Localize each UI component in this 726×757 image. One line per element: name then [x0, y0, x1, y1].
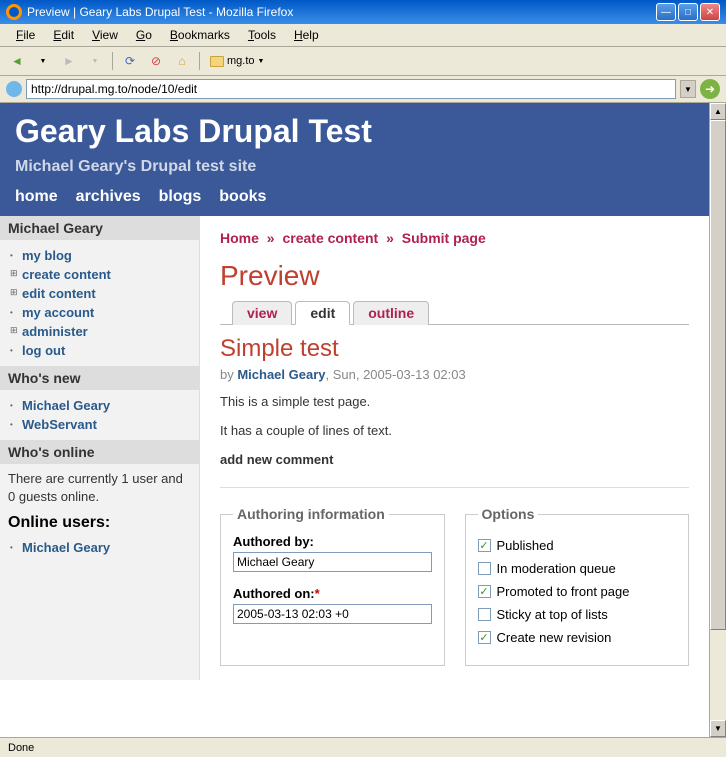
breadcrumb-create[interactable]: create content [282, 230, 378, 246]
online-count-text: There are currently 1 user and 0 guests … [8, 470, 191, 506]
local-tabs: view edit outline [220, 300, 689, 325]
window-titlebar: Preview | Geary Labs Drupal Test - Mozil… [0, 0, 726, 24]
authoring-fieldset: Authoring information Authored by: Autho… [220, 506, 445, 666]
menu-help[interactable]: Help [286, 26, 327, 44]
scroll-down-button[interactable]: ▼ [710, 720, 726, 737]
menu-bookmarks[interactable]: Bookmarks [162, 26, 238, 44]
node-title: Simple test [220, 335, 689, 363]
checkbox-icon: ✓ [478, 585, 491, 598]
breadcrumb: Home » create content » Submit page [220, 230, 689, 246]
stop-button[interactable]: ⊘ [145, 50, 167, 72]
options-legend: Options [478, 506, 539, 522]
online-user-item[interactable]: Michael Geary [8, 538, 191, 557]
firefox-icon [6, 4, 22, 20]
tab-edit[interactable]: edit [295, 301, 350, 325]
node-body: This is a simple test page. It has a cou… [220, 394, 689, 438]
option-published[interactable]: ✓ Published [478, 538, 677, 553]
sidebar: Michael Geary my blog create content edi… [0, 216, 200, 680]
menu-my-account[interactable]: my account [8, 303, 191, 322]
add-comment-link[interactable]: add new comment [220, 452, 689, 467]
back-dropdown[interactable]: ▼ [32, 50, 54, 72]
menu-file[interactable]: File [8, 26, 43, 44]
tab-view[interactable]: view [232, 301, 292, 325]
main-content: Home » create content » Submit page Prev… [200, 216, 709, 680]
whos-online-title: Who's online [0, 440, 199, 464]
menu-go[interactable]: Go [128, 26, 160, 44]
option-moderation[interactable]: In moderation queue [478, 561, 677, 576]
new-user-item[interactable]: Michael Geary [8, 396, 191, 415]
statusbar: Done [0, 737, 726, 757]
site-header: Geary Labs Drupal Test Michael Geary's D… [0, 103, 709, 216]
menu-create-content[interactable]: create content [8, 265, 191, 284]
bookmark-label: mg.to [227, 55, 255, 67]
user-menu: my blog create content edit content my a… [8, 246, 191, 360]
primary-nav: home archives blogs books [15, 188, 694, 206]
window-title: Preview | Geary Labs Drupal Test - Mozil… [27, 5, 293, 19]
menu-log-out[interactable]: log out [8, 341, 191, 360]
breadcrumb-current: Submit page [402, 230, 486, 246]
site-tagline: Michael Geary's Drupal test site [15, 158, 694, 176]
vertical-scrollbar[interactable]: ▲ ▼ [709, 103, 726, 737]
authored-on-label: Authored on:* [233, 586, 432, 601]
nav-home[interactable]: home [15, 188, 58, 206]
scroll-up-button[interactable]: ▲ [710, 103, 726, 120]
option-sticky[interactable]: Sticky at top of lists [478, 607, 677, 622]
back-button[interactable]: ◄ [6, 50, 28, 72]
maximize-button[interactable]: □ [678, 3, 698, 21]
close-button[interactable]: ✕ [700, 3, 720, 21]
tab-outline[interactable]: outline [353, 301, 429, 325]
nav-books[interactable]: books [219, 188, 266, 206]
menu-edit[interactable]: Edit [45, 26, 82, 44]
forward-button[interactable]: ► [58, 50, 80, 72]
options-fieldset: Options ✓ Published In moderation queue … [465, 506, 690, 666]
site-title: Geary Labs Drupal Test [15, 113, 694, 150]
new-user-item[interactable]: WebServant [8, 415, 191, 434]
bookmark-item[interactable]: mg.to ▼ [206, 54, 268, 68]
menu-my-blog[interactable]: my blog [8, 246, 191, 265]
reload-button[interactable]: ⟳ [119, 50, 141, 72]
menubar: File Edit View Go Bookmarks Tools Help [0, 24, 726, 47]
forward-dropdown[interactable]: ▼ [84, 50, 106, 72]
user-block-title: Michael Geary [0, 216, 199, 240]
url-history-dropdown[interactable]: ▼ [680, 80, 696, 98]
menu-tools[interactable]: Tools [240, 26, 284, 44]
menu-view[interactable]: View [84, 26, 126, 44]
url-input[interactable] [26, 79, 676, 99]
menu-edit-content[interactable]: edit content [8, 284, 191, 303]
navigation-toolbar: ◄ ▼ ► ▼ ⟳ ⊘ ⌂ mg.to ▼ [0, 47, 726, 76]
address-toolbar: ▼ ➜ [0, 76, 726, 103]
nav-blogs[interactable]: blogs [159, 188, 202, 206]
authored-by-input[interactable] [233, 552, 432, 572]
authored-on-input[interactable] [233, 604, 432, 624]
checkbox-icon [478, 608, 491, 621]
scroll-thumb[interactable] [710, 120, 726, 630]
checkbox-icon [478, 562, 491, 575]
authored-by-label: Authored by: [233, 534, 432, 549]
checkbox-icon: ✓ [478, 631, 491, 644]
folder-icon [210, 56, 224, 67]
online-users-heading: Online users: [8, 514, 191, 532]
authoring-legend: Authoring information [233, 506, 389, 522]
nav-archives[interactable]: archives [76, 188, 141, 206]
site-favicon-icon [6, 81, 22, 97]
option-promoted[interactable]: ✓ Promoted to front page [478, 584, 677, 599]
option-revision[interactable]: ✓ Create new revision [478, 630, 677, 645]
author-link[interactable]: Michael Geary [237, 367, 325, 382]
checkbox-icon: ✓ [478, 539, 491, 552]
scroll-track[interactable] [710, 120, 726, 720]
go-button[interactable]: ➜ [700, 79, 720, 99]
home-button[interactable]: ⌂ [171, 50, 193, 72]
whos-new-title: Who's new [0, 366, 199, 390]
page-heading: Preview [220, 260, 689, 292]
node-submitted: by Michael Geary, Sun, 2005-03-13 02:03 [220, 367, 689, 382]
status-text: Done [8, 742, 34, 754]
menu-administer[interactable]: administer [8, 322, 191, 341]
breadcrumb-home[interactable]: Home [220, 230, 259, 246]
minimize-button[interactable]: — [656, 3, 676, 21]
